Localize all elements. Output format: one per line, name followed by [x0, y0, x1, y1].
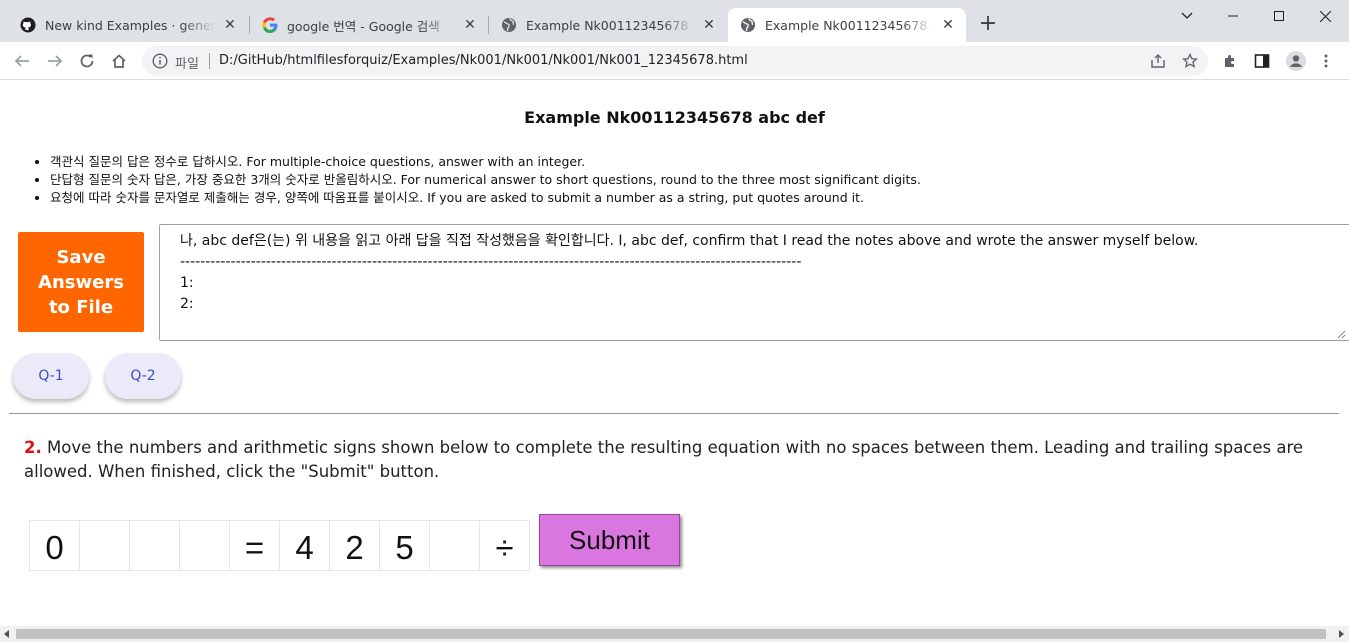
side-panel-icon[interactable] [1254, 53, 1270, 69]
back-arrow-icon [14, 55, 29, 67]
browser-tab-example-1[interactable]: Example Nk00112345678 abc de ✕ [489, 8, 727, 42]
tab-title: Example Nk00112345678 abc de [765, 17, 934, 33]
close-window-button[interactable] [1302, 0, 1348, 32]
question-number: 2. [24, 438, 42, 457]
maximize-icon [1274, 11, 1284, 21]
equation-slot[interactable]: 2 [330, 520, 380, 571]
question-2-button[interactable]: Q-2 [105, 353, 181, 399]
back-button[interactable] [11, 50, 33, 72]
reload-icon [80, 54, 94, 68]
globe-icon [502, 18, 516, 32]
equation-slot[interactable] [430, 520, 480, 571]
more-menu-icon[interactable] [1318, 53, 1334, 69]
close-tab-icon[interactable]: ✕ [701, 17, 717, 33]
info-icon[interactable] [152, 53, 168, 69]
close-tab-icon[interactable]: ✕ [462, 17, 478, 33]
equation-slot[interactable] [180, 520, 230, 571]
chevron-down-icon [1181, 12, 1193, 19]
equation-slots: 0 = 4 2 5 ÷ [29, 520, 530, 571]
section-divider [9, 413, 1339, 414]
submit-button[interactable]: Submit [539, 514, 680, 566]
instruction-list: 객관식 질문의 답은 정수로 답하시오. For multiple-choice… [50, 153, 921, 207]
url-text[interactable]: D:/GitHub/htmlfilesforquiz/Examples/Nk00… [219, 53, 748, 68]
close-icon [1319, 10, 1331, 22]
equation-slot[interactable]: 0 [30, 520, 80, 571]
page-title: Example Nk00112345678 abc def [524, 108, 825, 127]
scrollbar-thumb[interactable] [16, 629, 1326, 639]
github-icon [20, 17, 36, 33]
google-icon [262, 17, 278, 33]
home-button[interactable] [108, 50, 130, 72]
equation-slot[interactable]: 4 [280, 520, 330, 571]
profile-avatar-icon[interactable] [1286, 51, 1306, 71]
address-divider [209, 53, 210, 69]
instruction-item: 단답형 질문의 숫자 답은, 가장 중요한 3개의 숫자로 반올림하시오. Fo… [50, 171, 921, 189]
close-tab-icon[interactable]: ✕ [940, 17, 956, 33]
minimize-button[interactable] [1210, 0, 1256, 32]
tab-title: google 번역 - Google 검색 [287, 18, 440, 34]
forward-button[interactable] [44, 50, 66, 72]
horizontal-scrollbar[interactable] [0, 626, 1349, 642]
equation-slot[interactable]: = [230, 520, 280, 571]
instruction-item: 요청에 따라 숫자를 문자열로 제출해는 경우, 양쪽에 따옴표를 붙이시오. … [50, 189, 921, 207]
question-prompt: 2. Move the numbers and arithmetic signs… [24, 436, 1314, 484]
tab-search-button[interactable] [1164, 0, 1210, 32]
question-1-button[interactable]: Q-1 [13, 353, 89, 399]
tab-title: New kind Examples · generateN [45, 17, 216, 33]
browser-toolbar: 파일 D:/GitHub/htmlfilesforquiz/Examples/N… [0, 42, 1349, 80]
scheme-label: 파일 [175, 57, 199, 72]
equation-slot[interactable] [80, 520, 130, 571]
page-viewport: Example Nk00112345678 abc def 객관식 질문의 답은… [0, 81, 1349, 626]
extensions-puzzle-icon[interactable] [1222, 53, 1238, 69]
reload-button[interactable] [76, 50, 98, 72]
instruction-item: 객관식 질문의 답은 정수로 답하시오. For multiple-choice… [50, 153, 921, 171]
equation-slot[interactable]: ÷ [480, 520, 530, 571]
save-answers-button[interactable]: Save Answers to File [18, 232, 144, 332]
browser-tab-strip: New kind Examples · generateN ✕ google 번… [0, 0, 1349, 42]
answer-textarea[interactable]: 나, abc def은(는) 위 내용을 읽고 아래 답을 직접 작성했음을 확… [159, 224, 1349, 341]
equation-slot[interactable] [130, 520, 180, 571]
tab-title: Example Nk00112345678 abc de [526, 17, 695, 33]
scroll-left-icon[interactable] [4, 630, 9, 638]
browser-tab-google[interactable]: google 번역 - Google 검색 ✕ [250, 8, 488, 42]
maximize-button[interactable] [1256, 0, 1302, 32]
scroll-right-icon[interactable] [1339, 630, 1344, 638]
equation-slot[interactable]: 5 [380, 520, 430, 571]
forward-arrow-icon [48, 55, 63, 67]
home-icon [112, 54, 126, 68]
close-tab-icon[interactable]: ✕ [222, 17, 238, 33]
question-text: Move the numbers and arithmetic signs sh… [24, 438, 1304, 481]
globe-icon [741, 18, 755, 32]
new-tab-button[interactable]: + [978, 13, 998, 35]
share-icon[interactable] [1150, 53, 1166, 69]
address-bar[interactable]: 파일 D:/GitHub/htmlfilesforquiz/Examples/N… [142, 46, 1208, 76]
minimize-icon [1228, 15, 1238, 17]
bookmark-star-icon[interactable] [1182, 53, 1198, 69]
browser-tab-github[interactable]: New kind Examples · generateN ✕ [8, 8, 248, 42]
browser-tab-example-active[interactable]: Example Nk00112345678 abc de ✕ [728, 8, 966, 42]
resize-handle-icon[interactable] [1336, 329, 1346, 339]
